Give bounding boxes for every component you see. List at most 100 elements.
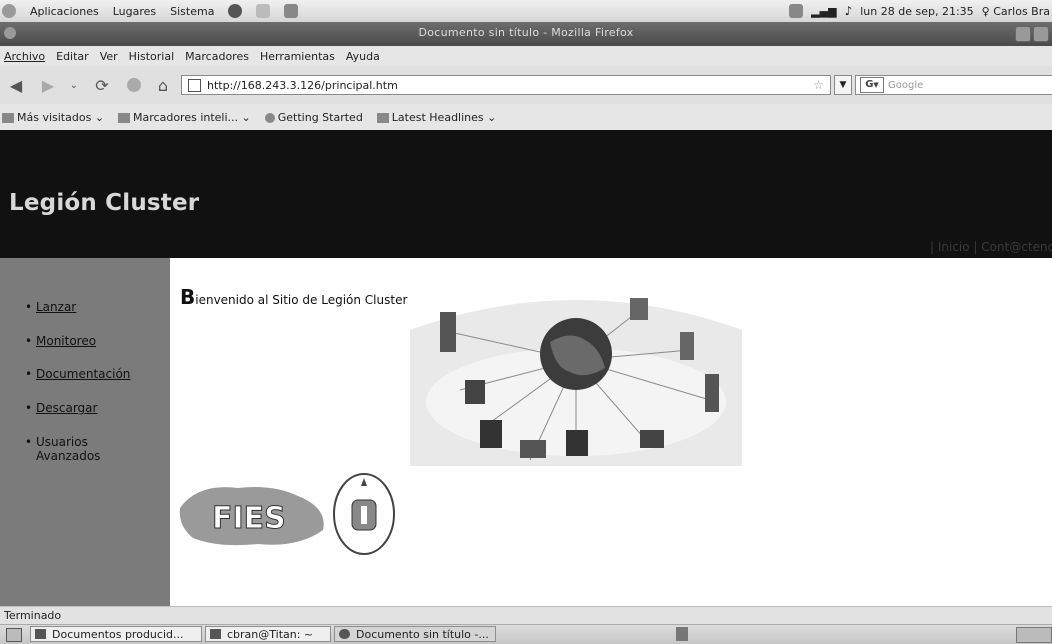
folder-icon — [2, 112, 14, 123]
bookmark-getting-started[interactable]: Getting Started — [264, 110, 363, 124]
bookmark-latest-headlines[interactable]: Latest Headlines ⌄ — [376, 110, 496, 124]
taskbar-item-terminal-label: cbran@Titan: ~ — [227, 627, 314, 641]
back-button[interactable]: ◀ — [6, 75, 26, 95]
taskbar-item-documents[interactable]: Documentos producid... — [30, 626, 202, 642]
rss-feed-icon — [376, 112, 389, 123]
bookmark-most-visited-label: Más visitados — [17, 110, 92, 124]
bookmark-most-visited[interactable]: Más visitados ⌄ — [2, 111, 104, 124]
trash-icon[interactable] — [676, 627, 688, 641]
forward-arrow-icon: ▶ — [41, 75, 55, 95]
site-sidebar: • Lanzar • Monitoreo • Documentación • Desca… — [0, 258, 170, 606]
bookmark-smart-bookmarks[interactable]: Marcadores inteli... ⌄ — [118, 111, 251, 124]
sidebar-link-descargar[interactable]: Descargar — [36, 401, 97, 415]
chevron-down-icon: ⌄ — [69, 79, 79, 91]
sidebar-link-documentacion[interactable]: Documentación — [36, 367, 130, 381]
help-launcher-icon[interactable] — [284, 4, 299, 18]
home-button[interactable]: ⌂ — [153, 75, 173, 95]
bookmark-latest-headlines-label: Latest Headlines — [391, 110, 484, 124]
show-desktop-icon[interactable] — [6, 628, 22, 642]
site-title: Legión Cluster — [9, 190, 200, 216]
user-menu[interactable]: ♀ Carlos Bra — [982, 5, 1050, 18]
welcome-heading: Bienvenido al Sitio de Legión Cluster — [180, 285, 407, 309]
menu-ayuda[interactable]: Ayuda — [346, 50, 380, 63]
site-header: Legión Cluster | Inicio | Cont@ctenos — [0, 130, 1052, 258]
firefox-icon — [264, 112, 275, 123]
mail-launcher-icon[interactable] — [256, 4, 271, 18]
applications-icon[interactable] — [2, 4, 16, 18]
workspace-switcher[interactable] — [1016, 627, 1052, 643]
chevron-down-icon: ⌄ — [94, 110, 105, 124]
panel-menu-system[interactable]: Sistema — [170, 5, 214, 18]
firefox-launcher-icon[interactable] — [228, 4, 243, 18]
panel-menu-applications[interactable]: Aplicaciones — [30, 5, 99, 18]
navigation-toolbar: ◀ ▶ ⌄ ⟳ ⌂ http://168.243.3.126/principal… — [0, 66, 1052, 105]
bottom-taskbar: Documentos producid... cbran@Titan: ~ Do… — [0, 624, 1052, 644]
chevron-down-icon: ⌄ — [241, 110, 251, 124]
main-content: Bienvenido al Sitio de Legión Cluster FI… — [170, 258, 1052, 606]
bookmark-getting-started-label: Getting Started — [277, 110, 363, 124]
window-titlebar[interactable]: Documento sin título - Mozilla Firefox — [0, 22, 1052, 46]
page-favicon-icon — [188, 78, 201, 92]
cluster-network-illustration — [410, 298, 742, 466]
sidebar-text-usuarios-avanzados[interactable]: Usuarios Avanzados — [36, 435, 100, 463]
menu-marcadores[interactable]: Marcadores — [185, 50, 249, 63]
url-dropdown-button[interactable]: ▼ — [834, 75, 852, 95]
taskbar-item-terminal[interactable]: cbran@Titan: ~ — [205, 626, 331, 642]
stop-button[interactable] — [124, 75, 144, 95]
panel-menu-places[interactable]: Lugares — [113, 5, 156, 18]
sidebar-item-usuarios-avanzados: • Usuarios Avanzados — [25, 435, 101, 463]
sidebar-item-descargar: • Descargar — [25, 401, 98, 415]
stop-icon — [127, 78, 141, 92]
home-icon: ⌂ — [157, 75, 169, 95]
search-bar[interactable]: G▼ Google — [855, 75, 1052, 95]
clock[interactable]: lun 28 de sep, 21:35 — [860, 5, 973, 18]
user-name: Carlos Bra — [993, 4, 1050, 18]
file-manager-icon — [35, 629, 46, 639]
back-arrow-icon: ◀ — [9, 75, 23, 95]
chevron-down-icon: ▼ — [873, 81, 879, 89]
url-bar[interactable]: http://168.243.3.126/principal.htm ☆ — [181, 75, 831, 95]
svg-text:FIES: FIES — [212, 501, 286, 536]
sidebar-item-documentacion: • Documentación — [25, 367, 131, 381]
bookmarks-toolbar: Más visitados ⌄ Marcadores inteli... ⌄ G… — [0, 104, 1052, 130]
sidebar-link-lanzar[interactable]: Lanzar — [36, 300, 76, 314]
volume-icon[interactable]: ♪ — [845, 4, 853, 18]
search-engine-button[interactable]: G▼ — [860, 77, 884, 93]
firefox-icon — [339, 629, 350, 639]
menu-archivo[interactable]: Archivo — [4, 50, 45, 63]
folder-icon — [118, 112, 131, 123]
history-dropdown-button[interactable]: ⌄ — [64, 75, 84, 95]
minimize-button[interactable] — [1015, 26, 1031, 42]
status-bar: Terminado — [0, 606, 1052, 624]
user-icon: ♀ — [981, 4, 990, 18]
menu-herramientas[interactable]: Herramientas — [260, 50, 335, 63]
site-header-links[interactable]: | Inicio | Cont@ctenos — [930, 240, 1052, 254]
taskbar-item-firefox-label: Documento sin título -... — [356, 627, 489, 641]
taskbar-item-firefox[interactable]: Documento sin título -... — [334, 626, 496, 642]
window-title: Documento sin título - Mozilla Firefox — [418, 26, 634, 39]
menu-historial[interactable]: Historial — [129, 50, 174, 63]
menubar: Archivo Editar Ver Historial Marcadores … — [0, 46, 1052, 66]
sidebar-item-monitoreo: • Monitoreo — [25, 334, 97, 348]
taskbar-item-documents-label: Documentos producid... — [52, 627, 184, 641]
web-page: Legión Cluster | Inicio | Cont@ctenos • L… — [0, 130, 1052, 606]
network-icon[interactable] — [789, 4, 804, 18]
fies-logo: FIES — [179, 487, 324, 546]
menu-editar[interactable]: Editar — [56, 50, 89, 63]
reload-button[interactable]: ⟳ — [92, 75, 112, 95]
welcome-initial: B — [180, 285, 196, 309]
menu-ver[interactable]: Ver — [100, 50, 118, 63]
maximize-button[interactable] — [1033, 26, 1049, 42]
reload-icon: ⟳ — [95, 75, 109, 95]
search-placeholder: Google — [888, 79, 924, 91]
signal-icon: ▂▄▆ — [811, 4, 837, 18]
gnome-top-panel: Aplicaciones Lugares Sistema ▂▄▆ ♪ lun 2… — [0, 0, 1052, 23]
sidebar-link-monitoreo[interactable]: Monitoreo — [36, 334, 96, 348]
url-text: http://168.243.3.126/principal.htm — [207, 78, 398, 92]
bookmark-smart-bookmarks-label: Marcadores inteli... — [133, 110, 239, 124]
forward-button[interactable]: ▶ — [38, 75, 58, 95]
welcome-text: ienvenido al Sitio de Legión Cluster — [195, 293, 408, 307]
bookmark-star-icon[interactable]: ☆ — [813, 78, 824, 92]
universidad-don-bosco-seal — [333, 473, 395, 555]
terminal-icon — [210, 629, 221, 639]
